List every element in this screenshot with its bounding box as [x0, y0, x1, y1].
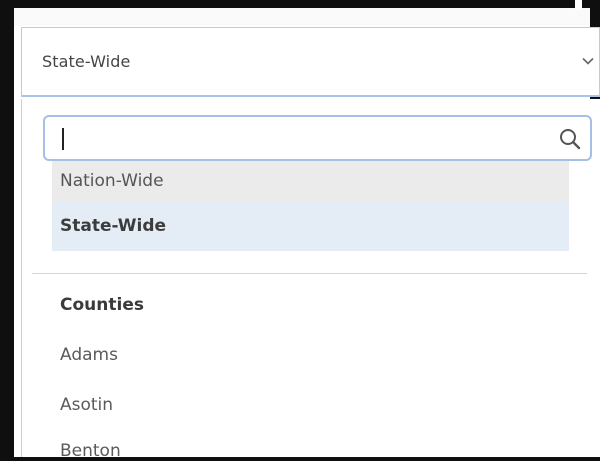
top-tick: [575, 0, 582, 10]
dropdown-panel: Nation-Wide State-Wide Counties Adams As…: [21, 99, 600, 461]
group-header-counties: Counties: [60, 295, 144, 315]
group-divider: [32, 273, 587, 274]
select-value: State-Wide: [42, 52, 131, 71]
option-list: Nation-Wide State-Wide: [52, 161, 569, 251]
frame-edge-left: [0, 0, 14, 461]
option-county-adams[interactable]: Adams: [60, 345, 118, 365]
option-county-asotin[interactable]: Asotin: [60, 395, 113, 415]
search-icon[interactable]: [558, 127, 582, 151]
option-nation-wide[interactable]: Nation-Wide: [52, 161, 569, 201]
text-caret: [62, 128, 64, 150]
region-select[interactable]: State-Wide: [21, 27, 600, 97]
top-strip: [14, 8, 590, 26]
frame-edge-top: [0, 0, 600, 8]
chevron-down-icon[interactable]: [581, 54, 595, 68]
option-state-wide[interactable]: State-Wide: [52, 201, 569, 251]
search-box[interactable]: [43, 115, 592, 161]
screenshot-stage: State-Wide Nation-Wide State-Wide Counti…: [0, 0, 600, 461]
search-input[interactable]: [57, 123, 537, 153]
option-county-benton[interactable]: Benton: [60, 441, 121, 461]
